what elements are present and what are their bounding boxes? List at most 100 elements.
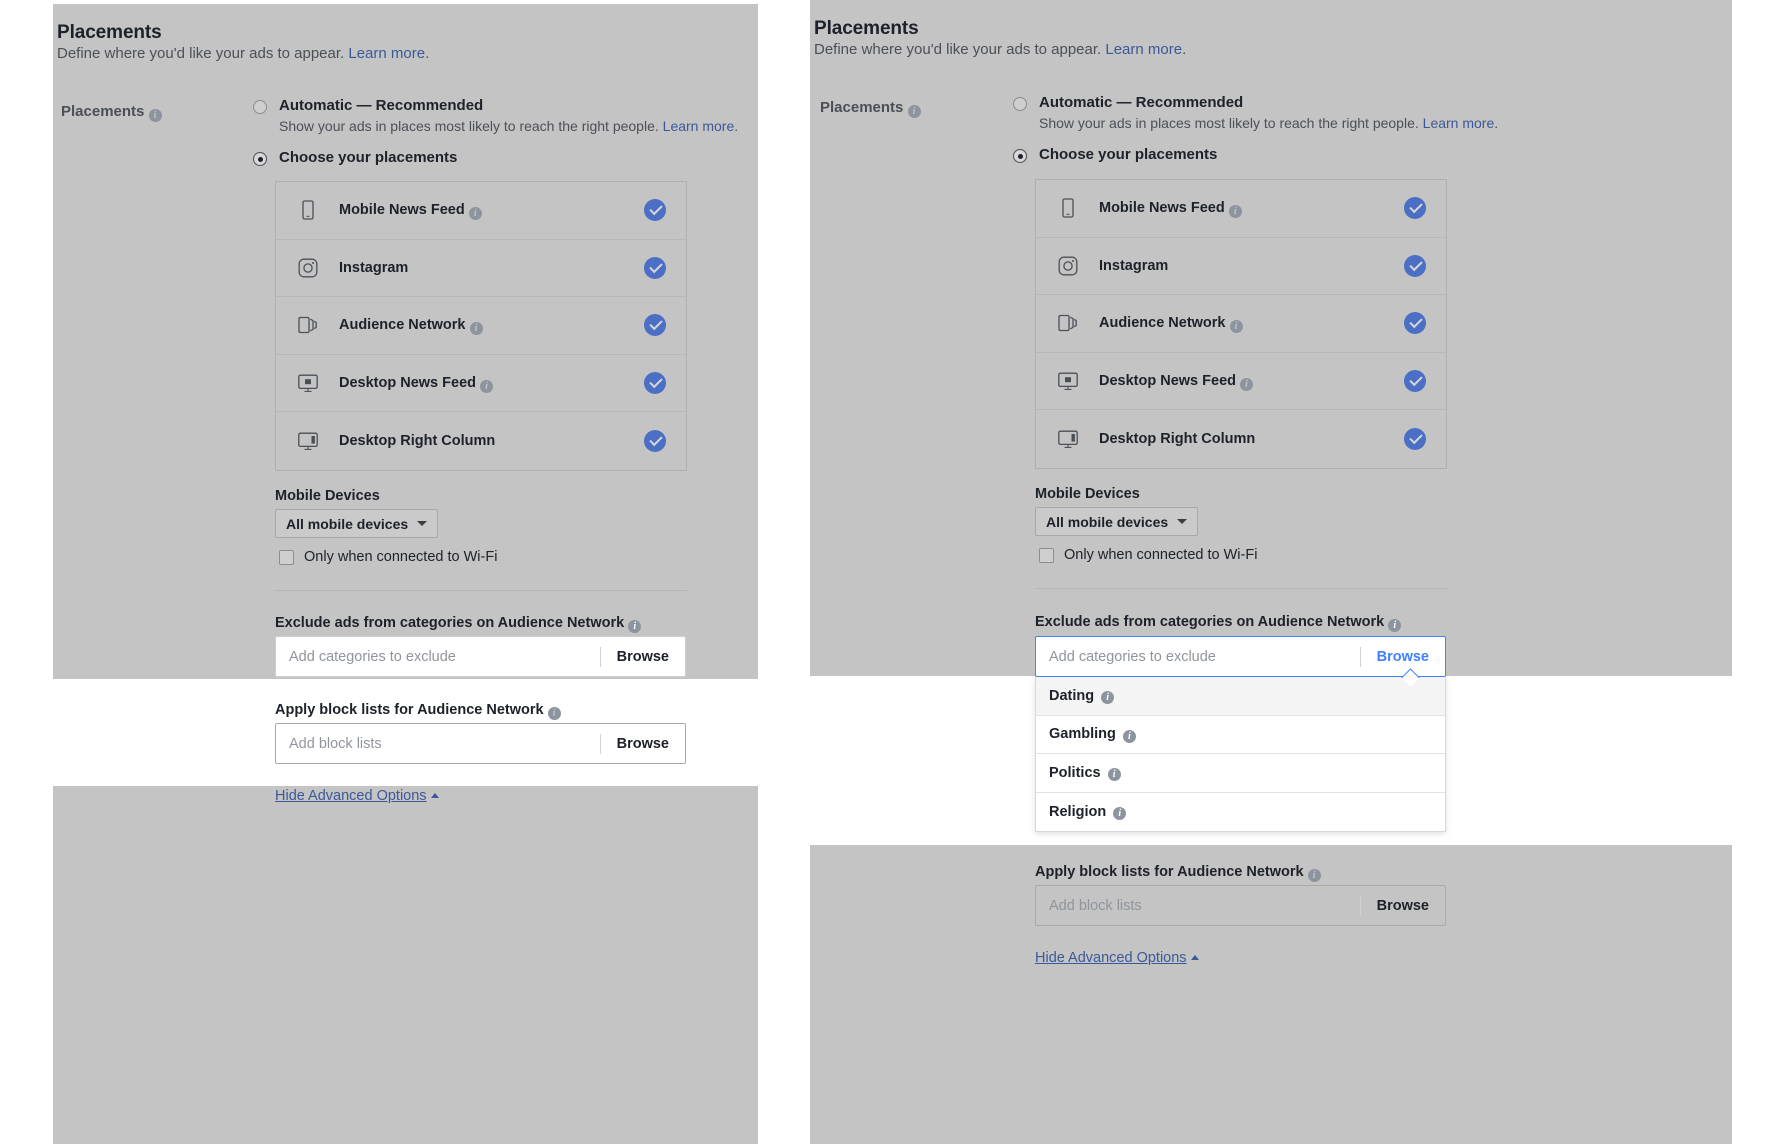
row-label: Instagram xyxy=(1099,258,1404,274)
radio-automatic-indicator[interactable] xyxy=(1013,97,1027,111)
info-icon[interactable]: i xyxy=(1101,691,1115,705)
menu-item-gambling[interactable]: Gambling i xyxy=(1036,716,1445,754)
checkbox-wifi[interactable] xyxy=(279,549,294,565)
right-radio-automatic[interactable]: Automatic — Recommended xyxy=(1013,94,1513,111)
checkmark-icon[interactable] xyxy=(1404,369,1426,392)
info-icon[interactable]: i xyxy=(1240,377,1254,391)
table-row[interactable]: Desktop News Feed i xyxy=(276,355,686,412)
block-lists-input[interactable]: Add block lists xyxy=(289,736,600,752)
instagram-icon xyxy=(1056,254,1080,278)
right-radio-choose-placements[interactable]: Choose your placements xyxy=(1013,146,1217,163)
left-page-title: Placements xyxy=(57,22,162,43)
right-header-learn-more-link[interactable]: Learn more xyxy=(1105,41,1182,58)
radio-choose-indicator[interactable] xyxy=(1013,149,1027,163)
info-icon[interactable]: i xyxy=(1113,807,1127,821)
right-automatic-desc-period: . xyxy=(1494,115,1499,131)
block-lists-input[interactable]: Add block lists xyxy=(1049,898,1360,914)
checkmark-icon[interactable] xyxy=(1404,312,1426,335)
table-row[interactable]: Instagram xyxy=(276,240,686,297)
right-radio-automatic-label: Automatic — Recommended xyxy=(1039,94,1244,111)
checkmark-icon[interactable] xyxy=(644,314,666,337)
row-label-text: Instagram xyxy=(1099,257,1169,274)
right-block-lists-browse-button[interactable]: Browse xyxy=(1361,898,1445,914)
right-automatic-learn-more-link[interactable]: Learn more xyxy=(1423,115,1495,131)
info-icon[interactable]: i xyxy=(1307,869,1321,882)
right-block-lists-title: Apply block lists for Audience Network i xyxy=(1035,864,1321,882)
checkmark-icon[interactable] xyxy=(1404,197,1426,220)
row-label-text: Desktop News Feed xyxy=(1099,372,1236,389)
checkmark-icon[interactable] xyxy=(644,371,666,394)
left-automatic-learn-more-link[interactable]: Learn more xyxy=(663,118,735,134)
radio-automatic-indicator[interactable] xyxy=(253,100,267,114)
exclude-input[interactable]: Add categories to exclude xyxy=(1049,649,1360,665)
right-exclude-browse-button[interactable]: Browse xyxy=(1361,649,1445,665)
right-mobile-devices-title: Mobile Devices xyxy=(1035,486,1140,502)
info-icon[interactable]: i xyxy=(1229,320,1243,334)
left-placements-field-label-text: Placements xyxy=(61,103,145,120)
checkbox-wifi[interactable] xyxy=(1039,547,1054,563)
checkmark-icon[interactable] xyxy=(1404,254,1426,277)
radio-choose-indicator[interactable] xyxy=(253,152,267,166)
left-mobile-devices-select[interactable]: All mobile devices xyxy=(275,509,439,538)
table-row[interactable]: Audience Network i xyxy=(1036,295,1446,353)
left-hide-advanced-options-link[interactable]: Hide Advanced Options xyxy=(275,788,439,804)
right-subtitle-text: Define where you'd like your ads to appe… xyxy=(814,41,1106,58)
info-icon[interactable]: i xyxy=(1122,729,1136,743)
info-icon[interactable]: i xyxy=(1107,768,1121,782)
right-wifi-checkbox-row[interactable]: Only when connected to Wi-Fi xyxy=(1039,547,1257,563)
checkmark-icon[interactable] xyxy=(644,256,666,279)
info-icon[interactable]: i xyxy=(148,109,162,122)
table-row[interactable]: Mobile News Feed i xyxy=(1036,180,1446,238)
right-placements-field-label-text: Placements xyxy=(820,99,904,116)
desktop-monitor-icon xyxy=(1056,369,1080,393)
left-divider xyxy=(275,590,687,591)
left-block-lists-browse-button[interactable]: Browse xyxy=(601,736,685,752)
table-row[interactable]: Instagram xyxy=(1036,238,1446,295)
menu-item-label: Gambling xyxy=(1049,726,1116,743)
left-radio-automatic-label: Automatic — Recommended xyxy=(279,97,484,114)
checkmark-icon[interactable] xyxy=(644,199,666,222)
menu-item-religion[interactable]: Religion i xyxy=(1036,793,1445,832)
info-icon[interactable]: i xyxy=(1228,205,1242,219)
row-label: Desktop Right Column xyxy=(339,433,644,449)
row-label: Audience Network i xyxy=(1099,315,1404,334)
right-subtitle-period: . xyxy=(1182,41,1187,58)
checkmark-icon[interactable] xyxy=(1404,427,1426,450)
table-row[interactable]: Desktop Right Column xyxy=(1036,410,1446,468)
right-advanced-link-text: Hide Advanced Options xyxy=(1035,950,1187,966)
right-placements-card: Mobile News Feed i Instagram Audience Ne… xyxy=(1035,179,1447,469)
left-header-learn-more-link[interactable]: Learn more xyxy=(348,45,425,62)
row-label-text: Instagram xyxy=(339,259,409,276)
chevron-down-icon xyxy=(1177,519,1188,524)
table-row[interactable]: Audience Network i xyxy=(276,297,686,355)
left-block-lists-input-wrapper[interactable]: Add block lists Browse xyxy=(275,723,686,764)
left-radio-choose-label: Choose your placements xyxy=(279,149,458,166)
left-radio-automatic[interactable]: Automatic — Recommended xyxy=(253,97,743,114)
menu-item-dating[interactable]: Dating i xyxy=(1036,677,1445,716)
left-exclude-browse-button[interactable]: Browse xyxy=(601,649,685,665)
row-label: Instagram xyxy=(339,260,644,276)
right-mobile-devices-select[interactable]: All mobile devices xyxy=(1035,507,1199,536)
info-icon[interactable]: i xyxy=(468,207,482,221)
right-hide-advanced-options-link[interactable]: Hide Advanced Options xyxy=(1035,950,1199,966)
info-icon[interactable]: i xyxy=(480,379,494,393)
info-icon[interactable]: i xyxy=(469,322,483,336)
checkmark-icon[interactable] xyxy=(644,429,666,452)
table-row[interactable]: Desktop News Feed i xyxy=(1036,353,1446,410)
left-mobile-devices-value: All mobile devices xyxy=(286,515,409,532)
right-block-lists-input-wrapper[interactable]: Add block lists Browse xyxy=(1035,885,1446,926)
left-exclude-input-wrapper[interactable]: Add categories to exclude Browse xyxy=(275,636,686,677)
menu-item-politics[interactable]: Politics i xyxy=(1036,754,1445,793)
screenshot-root: Placements Define where you'd like your … xyxy=(0,0,1786,1144)
table-row[interactable]: Desktop Right Column xyxy=(276,412,686,470)
right-exclude-input-wrapper[interactable]: Add categories to exclude Browse xyxy=(1035,636,1446,677)
right-page-title: Placements xyxy=(814,18,919,39)
info-icon[interactable]: i xyxy=(907,105,921,118)
row-label: Mobile News Feed i xyxy=(1099,200,1404,219)
left-radio-choose-placements[interactable]: Choose your placements xyxy=(253,149,457,166)
exclude-categories-dropdown[interactable]: Dating i Gambling i Politics i Religion … xyxy=(1035,677,1446,832)
left-wifi-checkbox-row[interactable]: Only when connected to Wi-Fi xyxy=(279,549,497,565)
table-row[interactable]: Mobile News Feed i xyxy=(276,182,686,240)
exclude-input[interactable]: Add categories to exclude xyxy=(289,649,600,665)
info-icon[interactable]: i xyxy=(547,707,561,720)
